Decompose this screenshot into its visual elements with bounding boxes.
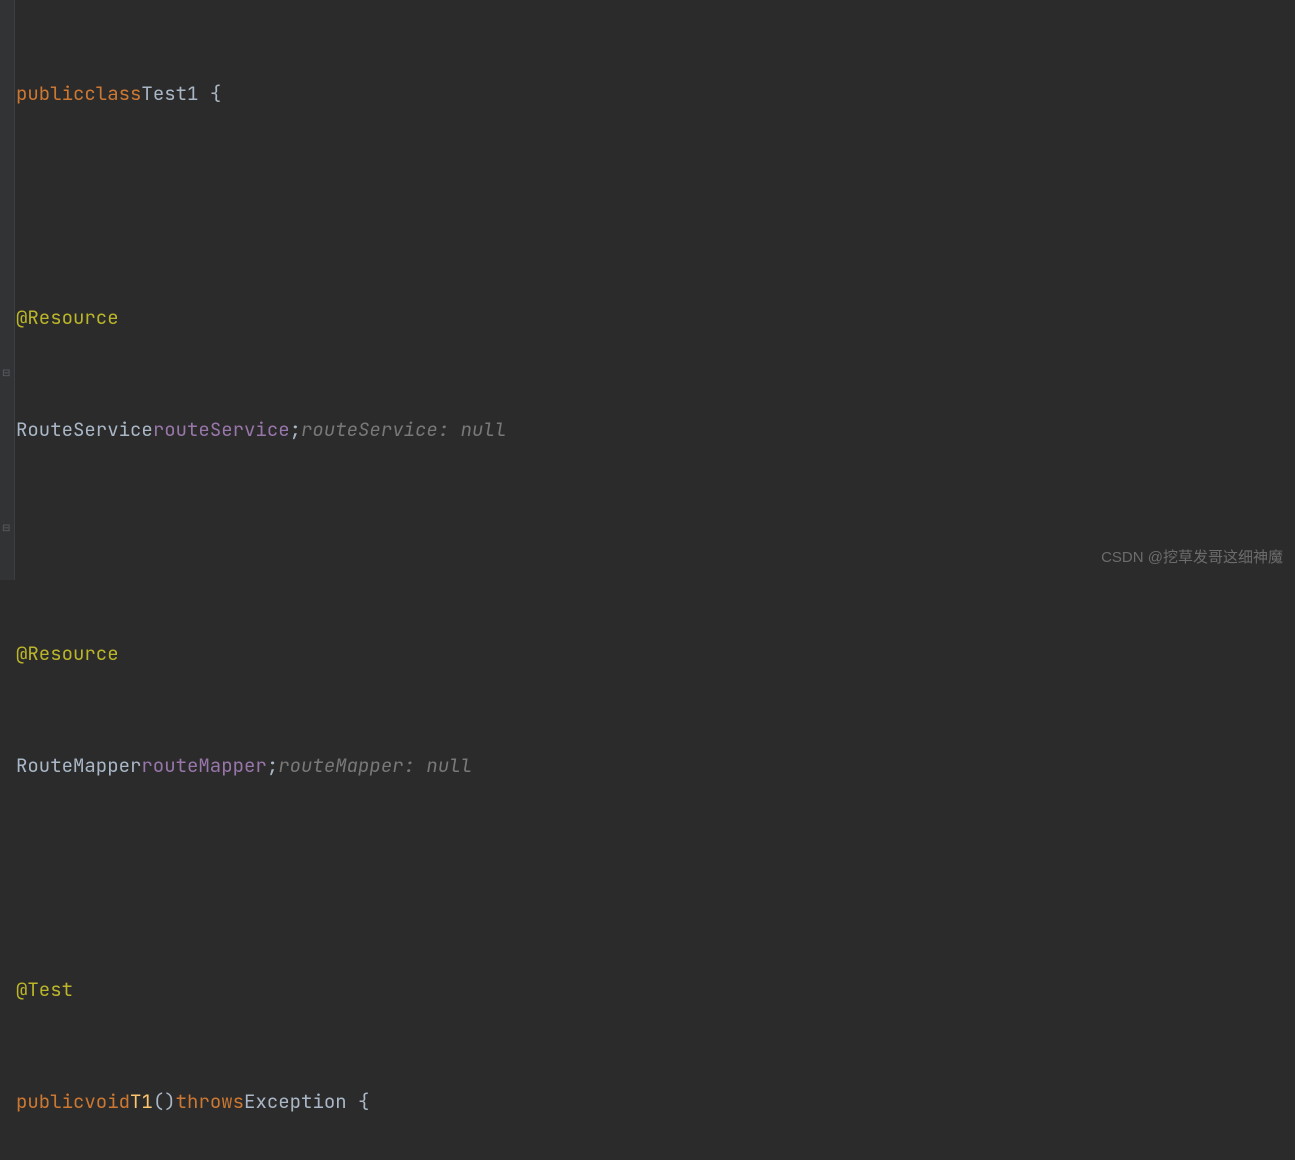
- semicolon: ;: [267, 747, 278, 784]
- class-name: Test1: [141, 75, 198, 112]
- code-line[interactable]: @Resource: [16, 635, 1295, 673]
- brace: {: [347, 1083, 370, 1120]
- field: routeService: [153, 411, 290, 448]
- annotation: @Resource: [16, 635, 119, 672]
- code-editor[interactable]: public class Test1 { @Resource RouteServ…: [0, 0, 1295, 1160]
- keyword: void: [84, 1083, 130, 1120]
- code-line-blank[interactable]: [16, 859, 1295, 897]
- inlay-hint: routeMapper: null: [278, 747, 472, 784]
- code-line[interactable]: @Test: [16, 971, 1295, 1009]
- code-line-blank[interactable]: [16, 186, 1295, 224]
- gutter-collapse-icon[interactable]: ⊟: [2, 363, 10, 383]
- inlay-hint: routeService: null: [301, 411, 506, 448]
- type: Exception: [244, 1083, 347, 1120]
- keyword: public: [16, 1083, 84, 1120]
- type: RouteMapper: [16, 747, 141, 784]
- annotation: @Resource: [16, 299, 119, 336]
- keyword: throws: [176, 1083, 244, 1120]
- code-line[interactable]: public void T1() throws Exception {: [16, 1083, 1295, 1121]
- annotation: @Test: [16, 971, 73, 1008]
- keyword: class: [84, 75, 141, 112]
- gutter-collapse-icon[interactable]: ⊟: [2, 518, 10, 538]
- watermark-text: CSDN @挖草发哥这细神魔: [1101, 543, 1283, 572]
- parens: (): [153, 1083, 176, 1120]
- code-line[interactable]: RouteService routeService; routeService:…: [16, 410, 1295, 448]
- code-line[interactable]: @Resource: [16, 298, 1295, 336]
- field: routeMapper: [141, 747, 266, 784]
- code-line[interactable]: public class Test1 {: [16, 74, 1295, 112]
- editor-gutter: ⊟ ⊟: [0, 0, 15, 580]
- method-name: T1: [130, 1083, 153, 1120]
- semicolon: ;: [290, 411, 301, 448]
- keyword: public: [16, 75, 84, 112]
- code-line[interactable]: RouteMapper routeMapper; routeMapper: nu…: [16, 747, 1295, 785]
- brace: {: [198, 75, 221, 112]
- type: RouteService: [16, 411, 153, 448]
